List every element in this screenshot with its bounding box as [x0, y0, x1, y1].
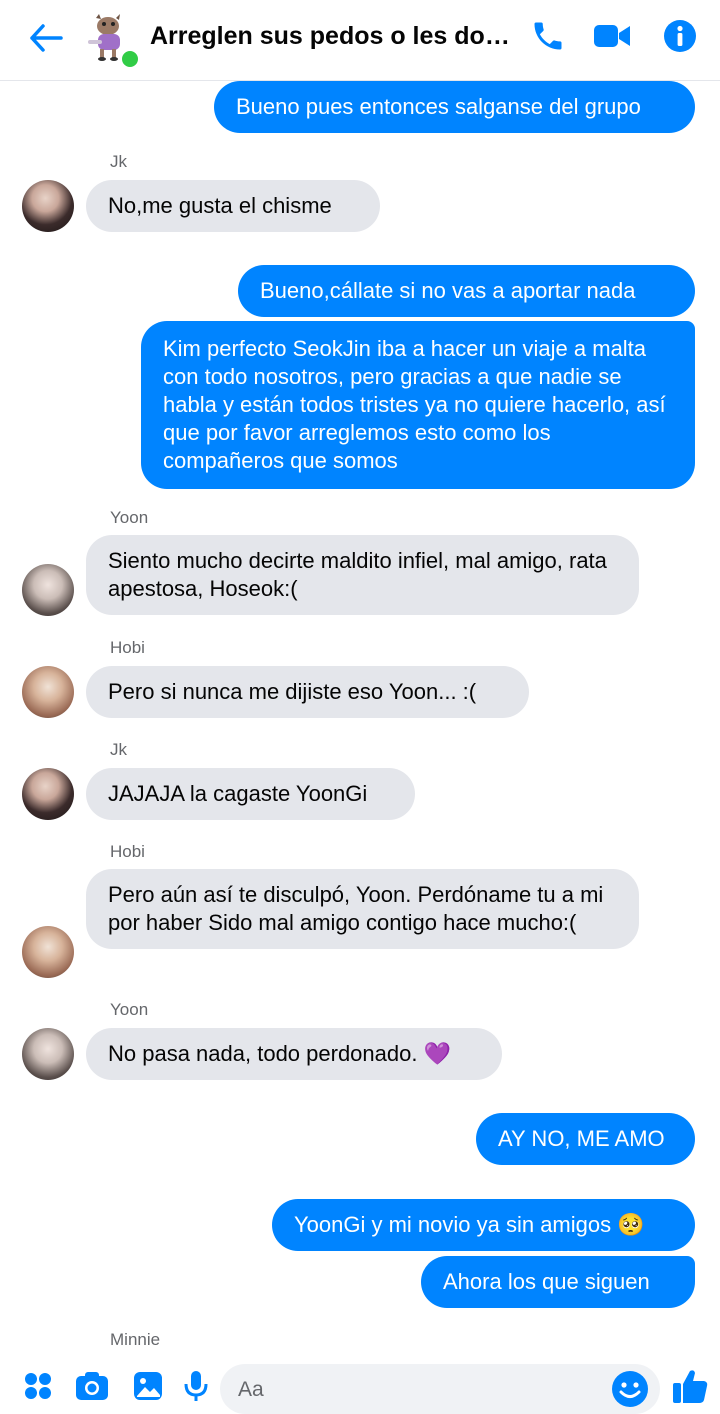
message-composer[interactable] — [220, 1364, 660, 1414]
chat-title[interactable]: Arreglen sus pedos o les doy en... — [150, 22, 522, 51]
online-status-dot — [119, 48, 141, 70]
image-icon — [134, 1372, 162, 1400]
sender-name: Hobi — [110, 842, 145, 861]
message-bubble-outgoing[interactable]: Bueno,cállate si no vas a aportar nada — [238, 265, 695, 317]
voice-call-button[interactable] — [526, 14, 570, 58]
sender-name: Yoon — [110, 508, 149, 527]
avatar-jk[interactable] — [22, 768, 74, 820]
typing-sender-name: Minnie — [110, 1330, 161, 1349]
message-list[interactable]: Bueno pues entonces salganse del grupo J… — [0, 0, 720, 1413]
sender-name: Yoon — [110, 1000, 149, 1019]
gallery-button[interactable] — [128, 1366, 168, 1406]
avatar-hobi[interactable] — [22, 926, 74, 978]
emoji-button[interactable] — [610, 1369, 650, 1409]
message-input[interactable] — [236, 1372, 600, 1408]
message-bubble-incoming[interactable]: Pero aún así te disculpó, Yoon. Perdónam… — [86, 869, 639, 949]
message-bubble-outgoing[interactable]: AY NO, ME AMO — [476, 1113, 695, 1165]
chat-header: Arreglen sus pedos o les doy en... — [0, 0, 720, 81]
composer-bar — [0, 1358, 720, 1414]
message-bubble-incoming[interactable]: Pero si nunca me dijiste eso Yoon... :( — [86, 666, 529, 718]
sender-name: Jk — [110, 152, 127, 171]
message-bubble-outgoing[interactable]: Bueno pues entonces salganse del grupo — [214, 81, 695, 133]
message-bubble-outgoing[interactable]: YoonGi y mi novio ya sin amigos 🥺 — [272, 1199, 695, 1251]
video-call-button[interactable] — [590, 14, 634, 58]
message-bubble-incoming[interactable]: No,me gusta el chisme — [86, 180, 380, 232]
phone-icon — [534, 22, 562, 50]
message-bubble-outgoing[interactable]: Kim perfecto SeokJin iba a hacer un viaj… — [141, 321, 695, 489]
message-bubble-outgoing[interactable]: Ahora los que siguen — [421, 1256, 695, 1308]
info-button[interactable] — [658, 14, 702, 58]
microphone-icon — [184, 1371, 208, 1401]
camera-button[interactable] — [72, 1366, 112, 1406]
thumbs-up-icon — [673, 1370, 708, 1403]
four-dots-icon — [25, 1373, 51, 1399]
sender-name: Jk — [110, 740, 127, 759]
sender-name: Hobi — [110, 638, 145, 657]
info-icon — [664, 20, 696, 52]
avatar-jk[interactable] — [22, 180, 74, 232]
avatar-yoon[interactable] — [22, 1028, 74, 1080]
camera-icon — [76, 1372, 108, 1400]
back-button[interactable] — [24, 16, 68, 60]
message-bubble-incoming[interactable]: Siento mucho decirte maldito infiel, mal… — [86, 535, 639, 615]
video-camera-icon — [594, 25, 630, 47]
avatar-yoon[interactable] — [22, 564, 74, 616]
like-button[interactable] — [670, 1366, 710, 1406]
microphone-button[interactable] — [176, 1366, 216, 1406]
arrow-left-icon — [30, 24, 63, 52]
more-actions-button[interactable] — [18, 1366, 58, 1406]
avatar-hobi[interactable] — [22, 666, 74, 718]
message-bubble-incoming[interactable]: No pasa nada, todo perdonado. 💜 — [86, 1028, 502, 1080]
message-bubble-incoming[interactable]: JAJAJA la cagaste YoonGi — [86, 768, 415, 820]
smiley-icon — [612, 1371, 648, 1407]
